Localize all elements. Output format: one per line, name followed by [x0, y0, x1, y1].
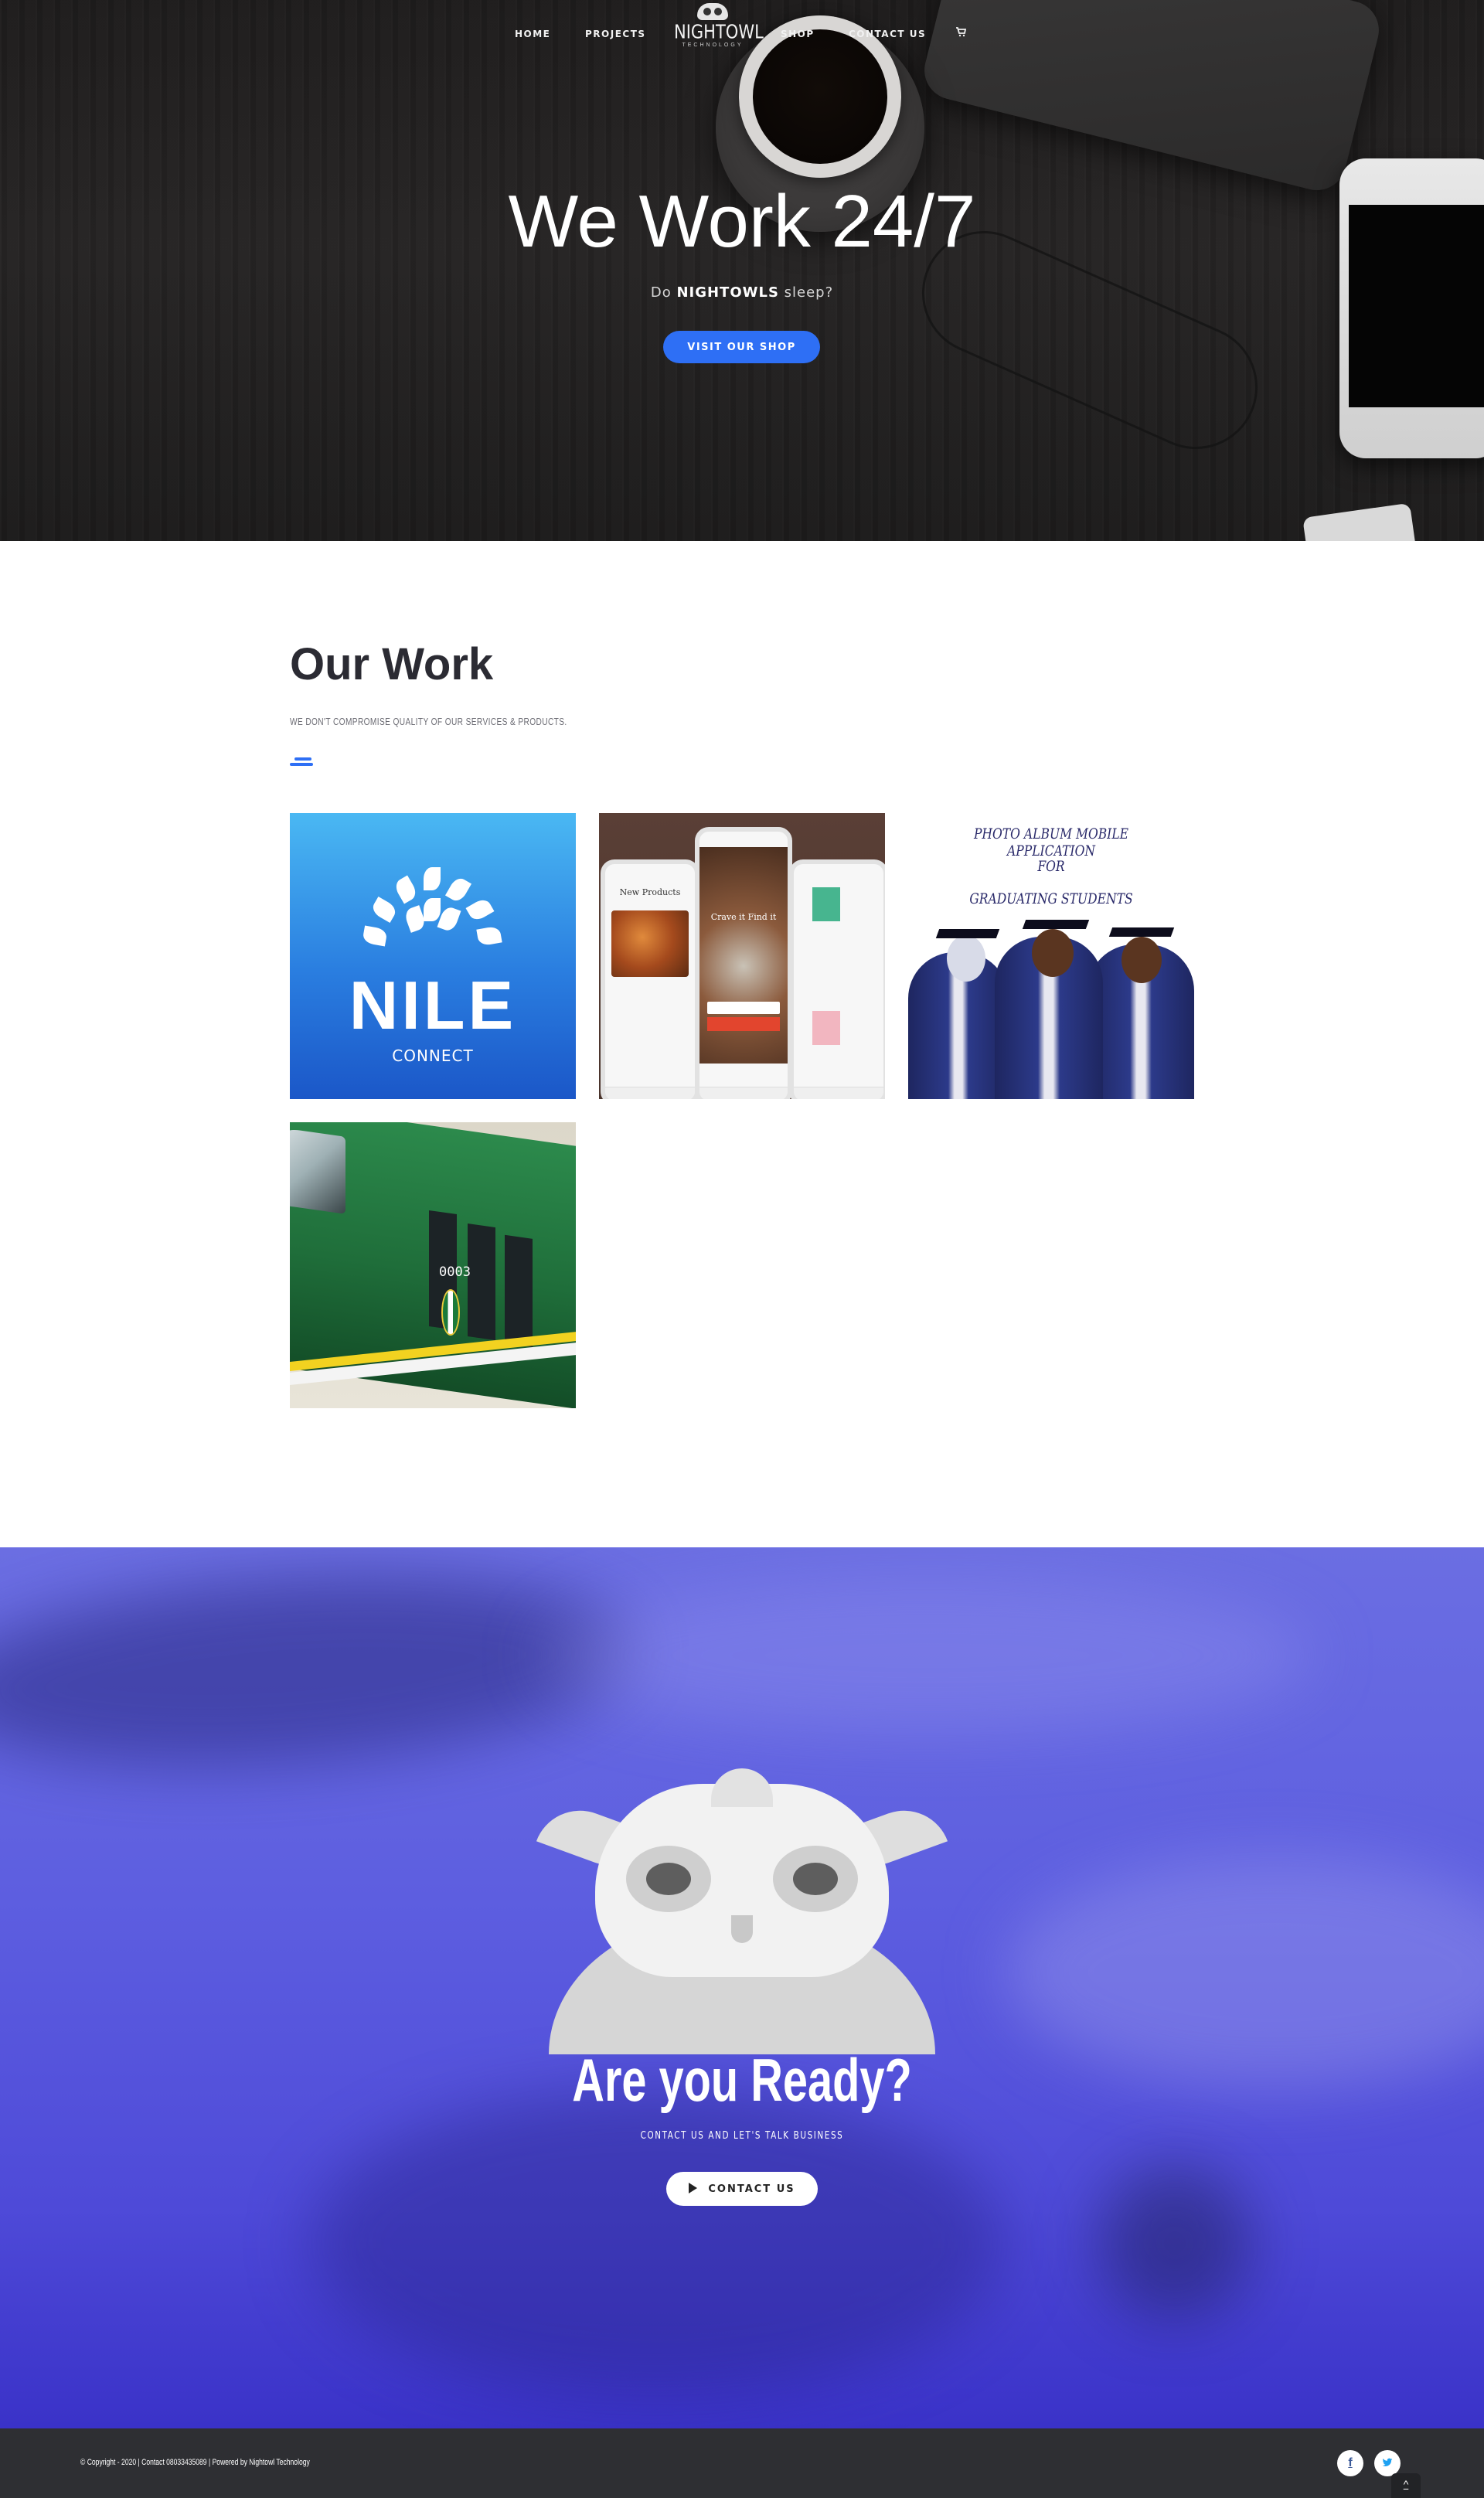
background-blur: [541, 1578, 1314, 1733]
visit-shop-button[interactable]: VISIT OUR SHOP: [663, 331, 820, 363]
owl-mascot-icon: [536, 1768, 948, 2054]
twitter-icon[interactable]: [1374, 2450, 1401, 2476]
coat-of-arms-icon: [441, 1289, 460, 1336]
food-image: [611, 910, 689, 977]
watch-background: [1098, 2166, 1252, 2320]
graduation-cap-icon: [1022, 920, 1090, 929]
album-title-line: PHOTO ALBUM MOBILE APPLICATION: [973, 825, 1129, 859]
our-work-title: Our Work: [290, 639, 494, 689]
graduate-head: [1122, 937, 1162, 983]
project-tile-food-app[interactable]: New Products Crave it Find it: [599, 813, 885, 1099]
nav-shop[interactable]: SHOP: [781, 29, 815, 39]
our-work-subtitle: WE DON'T COMPROMISE QUALITY OF OUR SERVI…: [290, 716, 567, 727]
scroll-to-top-button[interactable]: ^: [1391, 2473, 1421, 2498]
tree-logo-icon: [362, 867, 502, 968]
tagline-bold: NIGHTOWLS: [676, 284, 779, 301]
logo-name: NIGHTOWL: [674, 20, 764, 43]
project-tile-train[interactable]: 0003: [290, 1122, 576, 1408]
album-title-line: FOR: [1037, 858, 1065, 875]
cart-icon[interactable]: [955, 26, 967, 39]
project-tile-nile-connect[interactable]: NILE CONNECT: [290, 813, 576, 1099]
site-logo[interactable]: NIGHTOWL TECHNOLOGY: [674, 3, 764, 65]
tab-bar: [699, 1087, 788, 1099]
train-number: 0003: [439, 1264, 471, 1280]
handshake-background: [0, 1554, 640, 1788]
graduate-head: [947, 935, 985, 982]
train-window: [468, 1223, 495, 1341]
logo-subtitle: TECHNOLOGY: [682, 43, 744, 48]
screen-slogan: Crave it Find it: [710, 912, 777, 922]
cta-subtitle: CONTACT US AND LET'S TALK BUSINESS: [640, 2130, 844, 2142]
nile-wordmark: NILE: [349, 967, 517, 1043]
owl-logo-icon: [697, 3, 728, 20]
hero-title: We Work 24/7: [508, 180, 976, 263]
cta-title: Are you Ready?: [572, 2046, 912, 2114]
tagline-prefix: Do: [650, 284, 672, 301]
phone-mockup: New Products: [601, 859, 699, 1099]
phone-mockup: Crave it Find it: [695, 827, 792, 1099]
food-photo: [699, 847, 788, 1064]
screen-title: New Products: [619, 887, 681, 897]
phone-mockup: [789, 859, 885, 1099]
main-nav: HOME PROJECTS NIGHTOWL TECHNOLOGY SHOP C…: [0, 0, 1484, 70]
train-window: [290, 1125, 345, 1214]
footer: © Copyright - 2020 | Contact 08033435089…: [0, 2428, 1484, 2498]
chevron-up-icon: ^: [1403, 2478, 1409, 2490]
graduation-cap-icon: [935, 929, 1000, 938]
project-tile-photo-album[interactable]: PHOTO ALBUM MOBILE APPLICATION FOR GRADU…: [908, 813, 1194, 1099]
graduation-cap-icon: [1108, 927, 1175, 937]
nav-home[interactable]: HOME: [515, 29, 550, 39]
album-title-line: GRADUATING STUDENTS: [969, 890, 1133, 907]
graduate-head: [1032, 929, 1074, 977]
nav-contact[interactable]: CONTACT US: [849, 29, 926, 39]
notepad-image: [1302, 502, 1418, 541]
facebook-icon[interactable]: f: [1337, 2450, 1363, 2476]
tab-bar: [605, 1087, 695, 1099]
nav-projects[interactable]: PROJECTS: [585, 29, 646, 39]
hero-section: HOME PROJECTS NIGHTOWL TECHNOLOGY SHOP C…: [0, 0, 1484, 541]
tagline-suffix: sleep?: [784, 284, 834, 301]
tab-bar: [794, 1087, 883, 1099]
nile-subtitle: CONNECT: [392, 1047, 474, 1065]
screen-button: [707, 1017, 780, 1031]
hero-tagline: Do NIGHTOWLS sleep?: [0, 284, 1484, 301]
book-image: [812, 887, 840, 921]
copyright-text: © Copyright - 2020 | Contact 08033435089…: [80, 2458, 310, 2467]
train-window: [505, 1234, 533, 1347]
book-image: [812, 1011, 840, 1045]
contact-us-label: CONTACT US: [708, 2183, 795, 2195]
contact-us-button[interactable]: CONTACT US: [666, 2172, 818, 2206]
section-divider: [290, 757, 313, 768]
screen-input: [707, 1002, 780, 1014]
play-icon: [689, 2183, 698, 2193]
